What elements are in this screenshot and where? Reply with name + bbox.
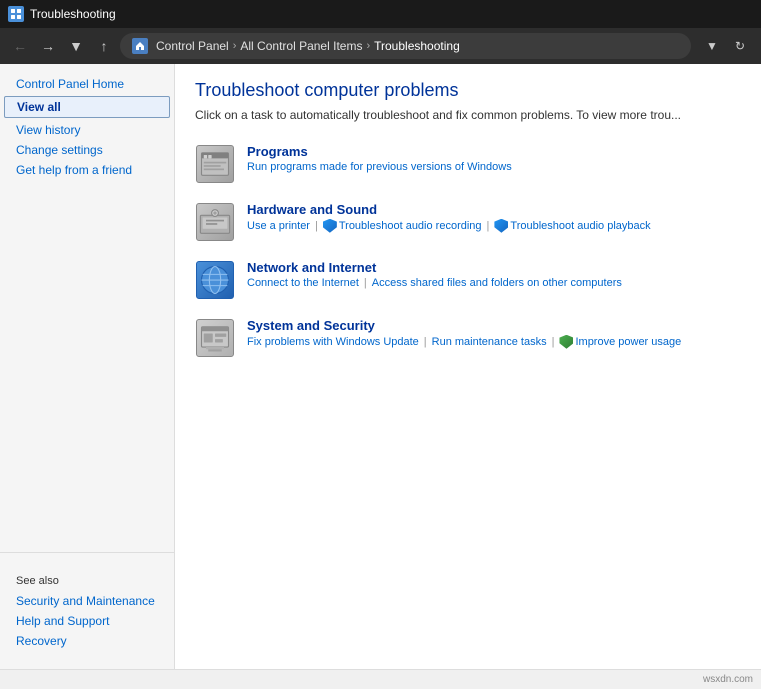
watermark: wsxdn.com bbox=[703, 674, 753, 685]
dropdown-button[interactable]: ▼ bbox=[699, 33, 725, 59]
address-path[interactable]: Control Panel › All Control Panel Items … bbox=[120, 33, 691, 59]
audio-recording-link[interactable]: Troubleshoot audio recording bbox=[323, 219, 482, 233]
path-sep-1: › bbox=[233, 40, 237, 52]
programs-desc[interactable]: Run programs made for previous versions … bbox=[247, 161, 512, 173]
programs-title[interactable]: Programs bbox=[247, 144, 741, 159]
back-button[interactable]: ← bbox=[8, 34, 32, 58]
path-troubleshooting[interactable]: Troubleshooting bbox=[374, 39, 460, 53]
net-sep-1: | bbox=[364, 277, 367, 289]
forward-button[interactable]: → bbox=[36, 34, 60, 58]
hardware-links: Use a printer | Troubleshoot audio recor… bbox=[247, 219, 741, 233]
page-title: Troubleshoot computer problems bbox=[195, 80, 741, 101]
see-also-section: See also Security and Maintenance Help a… bbox=[0, 552, 174, 659]
audio-play-icon bbox=[494, 219, 508, 233]
sidebar-help-support[interactable]: Help and Support bbox=[0, 611, 174, 631]
hardware-icon bbox=[195, 202, 235, 242]
page-description: Click on a task to automatically trouble… bbox=[195, 107, 741, 124]
system-links: Fix problems with Windows Update | Run m… bbox=[247, 335, 741, 349]
sidebar-recovery[interactable]: Recovery bbox=[0, 631, 174, 651]
programs-icon bbox=[195, 144, 235, 184]
sidebar-get-help[interactable]: Get help from a friend bbox=[0, 160, 174, 180]
content-area: Troubleshoot computer problems Click on … bbox=[175, 64, 761, 669]
network-title[interactable]: Network and Internet bbox=[247, 260, 741, 275]
windows-update-link[interactable]: Fix problems with Windows Update bbox=[247, 336, 419, 348]
audio-rec-icon bbox=[323, 219, 337, 233]
app-icon bbox=[8, 6, 24, 22]
trouble-item-system: System and Security Fix problems with Wi… bbox=[195, 318, 741, 358]
power-usage-link[interactable]: Improve power usage bbox=[559, 335, 681, 349]
sidebar: Control Panel Home View all View history… bbox=[0, 64, 175, 669]
system-icon bbox=[195, 318, 235, 358]
hardware-title[interactable]: Hardware and Sound bbox=[247, 202, 741, 217]
sidebar-view-history[interactable]: View history bbox=[0, 120, 174, 140]
trouble-item-hardware: Hardware and Sound Use a printer | Troub… bbox=[195, 202, 741, 242]
use-printer-link[interactable]: Use a printer bbox=[247, 220, 310, 232]
maintenance-tasks-link[interactable]: Run maintenance tasks bbox=[432, 336, 547, 348]
network-links: Connect to the Internet | Access shared … bbox=[247, 277, 741, 289]
network-icon bbox=[195, 260, 235, 300]
hardware-content: Hardware and Sound Use a printer | Troub… bbox=[247, 202, 741, 233]
programs-content: Programs Run programs made for previous … bbox=[247, 144, 741, 173]
sys-sep-2: | bbox=[552, 336, 555, 348]
sidebar-change-settings[interactable]: Change settings bbox=[0, 140, 174, 160]
bottom-bar: wsxdn.com bbox=[0, 669, 761, 689]
sidebar-control-panel-home[interactable]: Control Panel Home bbox=[0, 74, 174, 94]
refresh-button[interactable]: ↻ bbox=[727, 33, 753, 59]
recent-pages-button[interactable]: ▼ bbox=[64, 34, 88, 58]
sidebar-security-maintenance[interactable]: Security and Maintenance bbox=[0, 591, 174, 611]
sys-sep-1: | bbox=[424, 336, 427, 348]
sidebar-view-all[interactable]: View all bbox=[4, 96, 170, 118]
hw-sep-1: | bbox=[315, 220, 318, 232]
address-controls: ▼ ↻ bbox=[699, 33, 753, 59]
path-control-panel[interactable]: Control Panel bbox=[156, 39, 229, 53]
system-title[interactable]: System and Security bbox=[247, 318, 741, 333]
audio-playback-link[interactable]: Troubleshoot audio playback bbox=[494, 219, 650, 233]
shared-files-link[interactable]: Access shared files and folders on other… bbox=[372, 277, 622, 289]
path-sep-2: › bbox=[366, 40, 370, 52]
path-all-items[interactable]: All Control Panel Items bbox=[240, 39, 362, 53]
connect-internet-link[interactable]: Connect to the Internet bbox=[247, 277, 359, 289]
programs-subtitle: Run programs made for previous versions … bbox=[247, 161, 741, 173]
title-bar-text: Troubleshooting bbox=[30, 7, 116, 21]
power-icon bbox=[559, 335, 573, 349]
main-area: Control Panel Home View all View history… bbox=[0, 64, 761, 669]
up-button[interactable]: ↑ bbox=[92, 34, 116, 58]
network-content: Network and Internet Connect to the Inte… bbox=[247, 260, 741, 289]
trouble-item-programs: Programs Run programs made for previous … bbox=[195, 144, 741, 184]
trouble-item-network: Network and Internet Connect to the Inte… bbox=[195, 260, 741, 300]
title-bar: Troubleshooting bbox=[0, 0, 761, 28]
path-icon bbox=[132, 38, 148, 54]
system-content: System and Security Fix problems with Wi… bbox=[247, 318, 741, 349]
hw-sep-2: | bbox=[487, 220, 490, 232]
address-bar: ← → ▼ ↑ Control Panel › All Control Pane… bbox=[0, 28, 761, 64]
see-also-label: See also bbox=[0, 561, 174, 591]
